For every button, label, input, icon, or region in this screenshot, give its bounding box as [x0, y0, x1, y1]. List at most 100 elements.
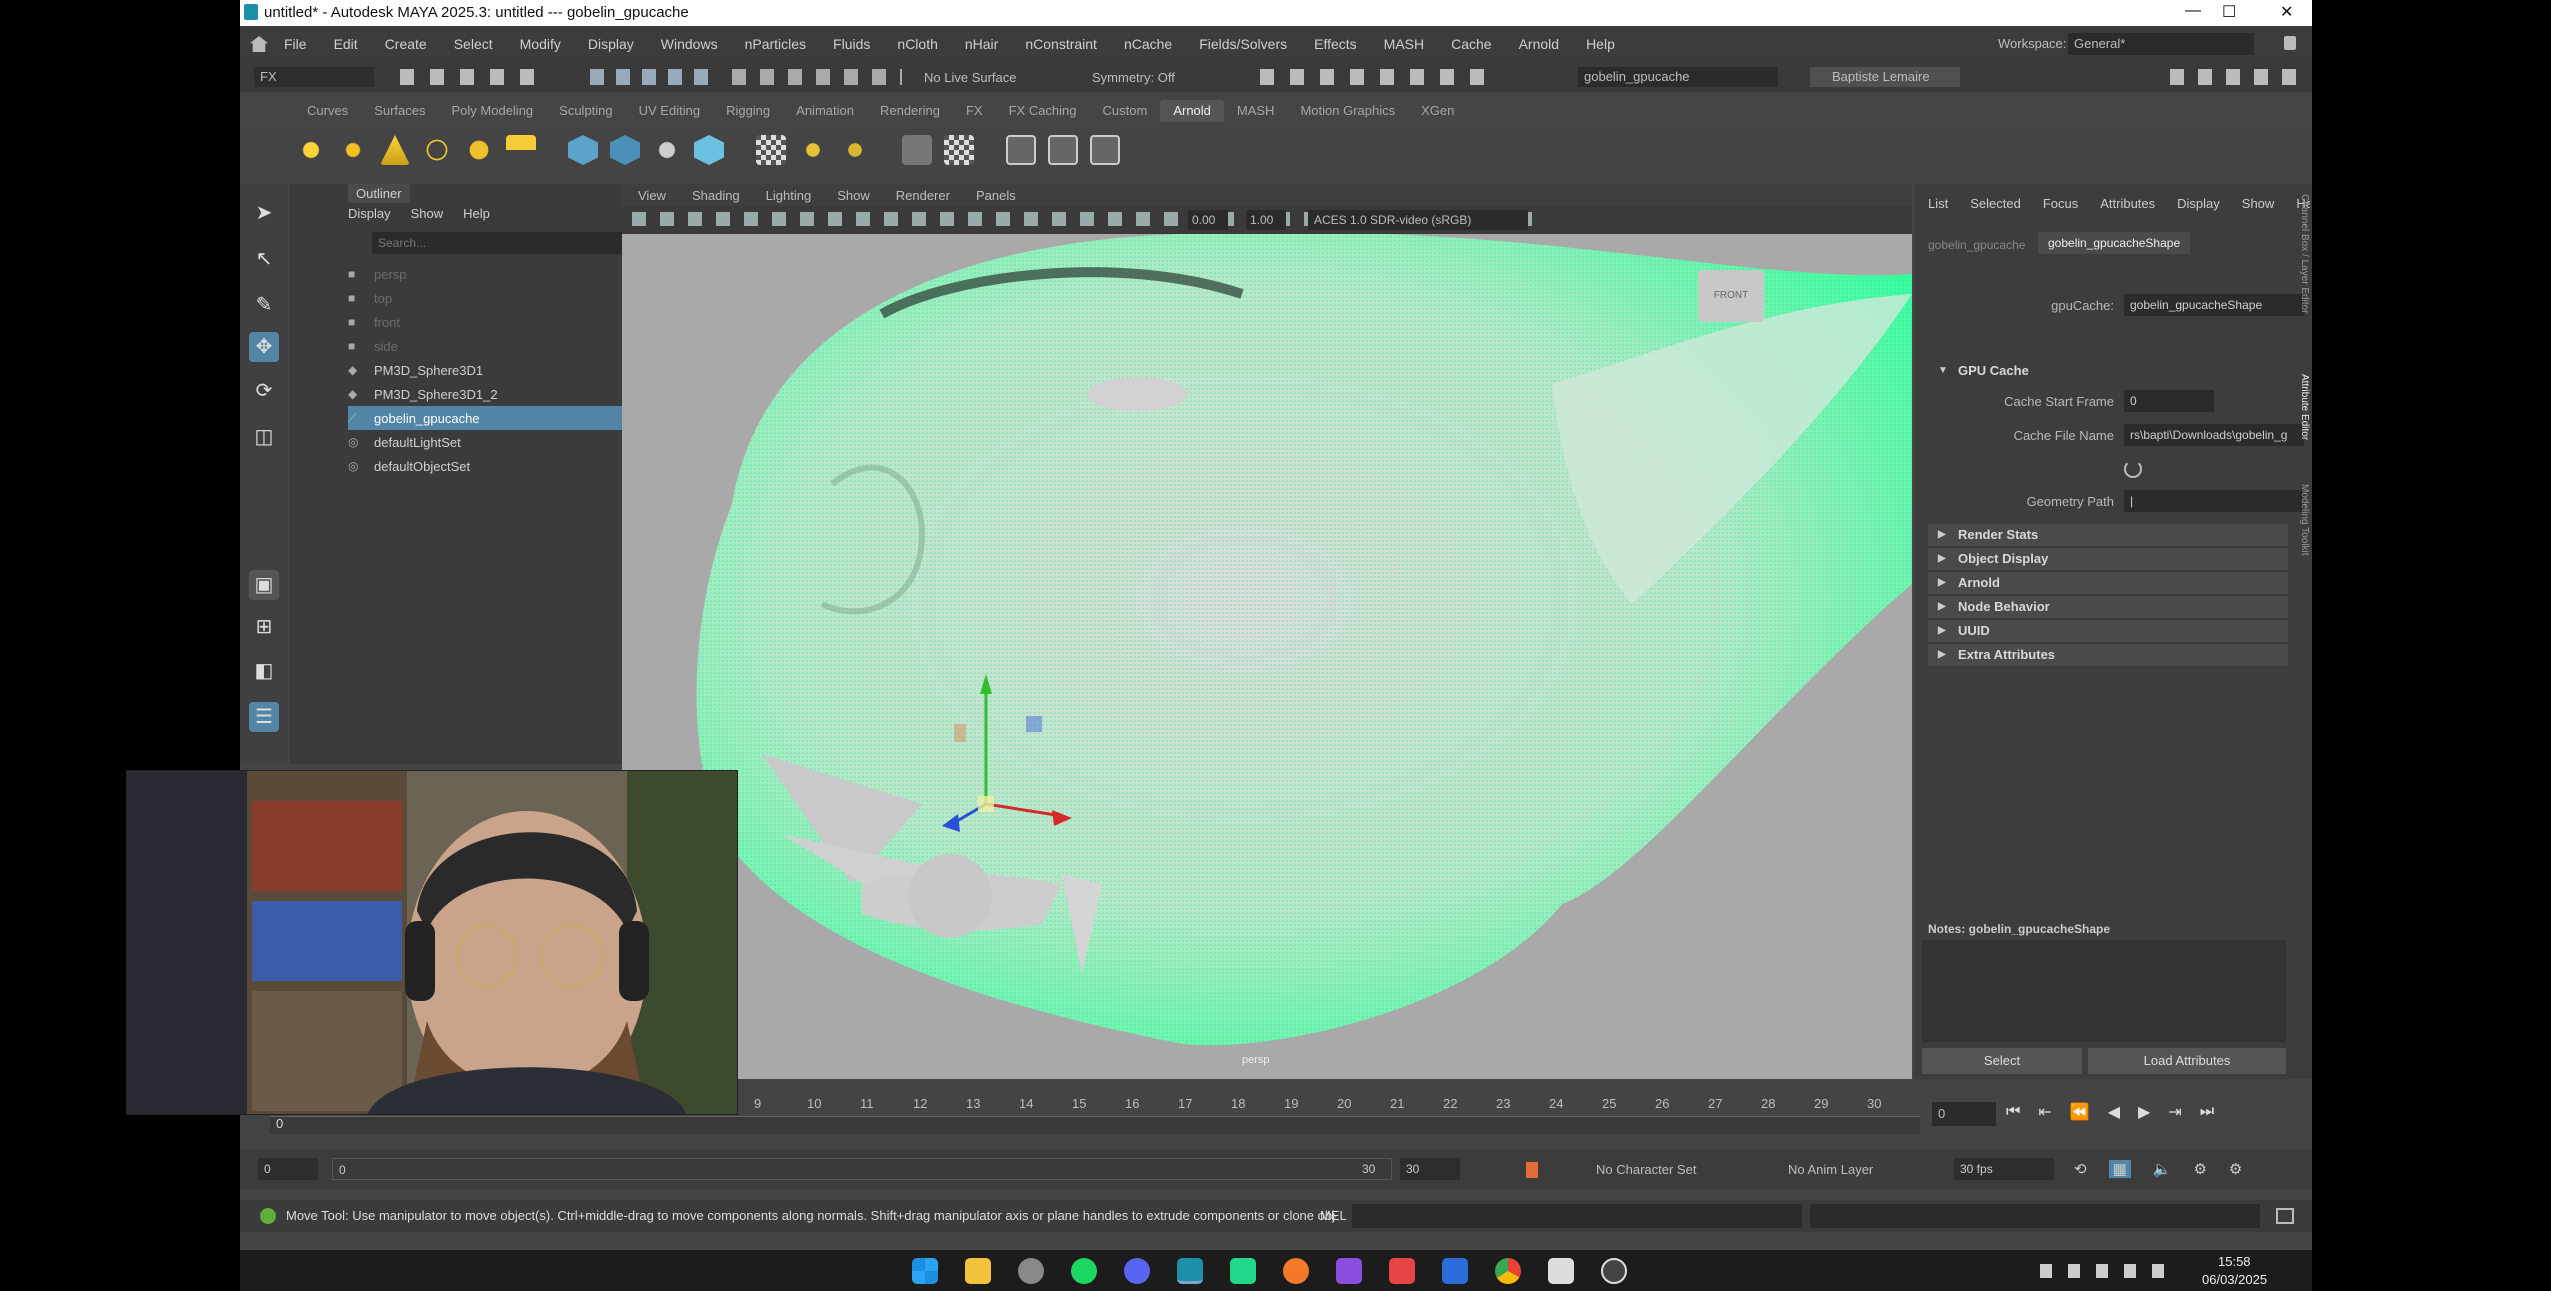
menu-file[interactable]: File [284, 36, 307, 52]
range-inner-end[interactable]: 30 [1356, 1158, 1392, 1180]
attr-menu-display[interactable]: Display [2177, 196, 2220, 211]
viewport-menu-panels[interactable]: Panels [976, 188, 1016, 203]
play-back-icon[interactable]: ◀ [2108, 1102, 2120, 1122]
discord-icon[interactable] [1124, 1258, 1150, 1284]
section-uuid[interactable]: ▶ UUID [1928, 620, 2288, 642]
aov-icon[interactable] [944, 135, 974, 165]
attr-menu-show[interactable]: Show [2242, 196, 2275, 211]
menu-nparticles[interactable]: nParticles [745, 36, 806, 52]
side-tab-channel-box[interactable]: Channel Box / Layer Editor [2292, 194, 2310, 344]
menu-modify[interactable]: Modify [520, 36, 561, 52]
layout-single-icon[interactable]: ▣ [249, 570, 279, 600]
shelf-tab-fx[interactable]: FX [953, 100, 996, 122]
shelf-tab-custom[interactable]: Custom [1090, 100, 1161, 122]
light-manager-icon[interactable] [902, 135, 932, 165]
scale-tool-icon[interactable]: ◫ [249, 422, 279, 452]
chrome-icon[interactable] [1495, 1258, 1521, 1284]
clock-time[interactable]: 15:58 [2218, 1254, 2251, 1269]
step-forward-key-icon[interactable]: ⇥ [2168, 1102, 2181, 1122]
menu-ncloth[interactable]: nCloth [897, 36, 937, 52]
ipr-icon[interactable] [798, 135, 828, 165]
reload-icon[interactable] [2124, 460, 2142, 478]
cache-playback-icon[interactable]: ▦ [2108, 1160, 2131, 1178]
loop-icon[interactable]: ⟲ [2074, 1160, 2087, 1178]
range-inner-start[interactable]: 0 [332, 1158, 1392, 1180]
outliner-item-top[interactable]: ■ top [348, 286, 392, 310]
playback-prefs-icon[interactable]: ⚙ [2229, 1160, 2242, 1178]
rotate-tool-icon[interactable]: ⟳ [249, 376, 279, 406]
maya-icon[interactable] [1177, 1258, 1203, 1284]
menu-windows[interactable]: Windows [661, 36, 718, 52]
outliner-item-sphere1-2[interactable]: ◆ PM3D_Sphere3D1_2 [348, 382, 498, 406]
menu-select[interactable]: Select [454, 36, 493, 52]
paint-select-icon[interactable]: ✎ [249, 290, 279, 320]
render-settings-icon[interactable] [1048, 135, 1078, 165]
side-tab-modeling-toolkit[interactable]: Modeling Toolkit [2292, 484, 2310, 594]
go-to-start-icon[interactable]: ⏮ [2006, 1103, 2020, 1121]
outliner-item-default-light-set[interactable]: ◎ defaultLightSet [348, 430, 461, 454]
pycharm-icon[interactable] [1230, 1258, 1256, 1284]
outliner-item-front[interactable]: ■ front [348, 310, 400, 334]
menu-fields-solvers[interactable]: Fields/Solvers [1199, 36, 1287, 52]
view-cube[interactable]: FRONT [1698, 270, 1764, 322]
start-icon[interactable] [912, 1258, 938, 1284]
user-account-button[interactable]: Baptiste Lemaire [1810, 67, 1960, 87]
range-start-field[interactable]: 0 [258, 1158, 318, 1180]
shelf-tab-sculpting[interactable]: Sculpting [546, 100, 625, 122]
outliner-item-default-object-set[interactable]: ◎ defaultObjectSet [348, 454, 470, 478]
shelf-tab-uv-editing[interactable]: UV Editing [626, 100, 713, 122]
current-frame-field[interactable]: 0 [1932, 1102, 1996, 1126]
color-space-select[interactable]: ACES 1.0 SDR-video (sRGB) [1308, 210, 1528, 230]
layout-four-icon[interactable]: ⊞ [249, 612, 279, 642]
outliner-item-side[interactable]: ■ side [348, 334, 398, 358]
mel-label[interactable]: MEL [1320, 1208, 1347, 1223]
shelf-tab-fx-caching[interactable]: FX Caching [996, 100, 1090, 122]
attr-menu-focus[interactable]: Focus [2043, 196, 2078, 211]
section-gpu-cache[interactable]: ▼ GPU Cache [1928, 360, 2288, 382]
spotify-icon[interactable] [1071, 1258, 1097, 1284]
play-forward-icon[interactable]: ▶ [2138, 1102, 2150, 1122]
flush-cache-icon[interactable] [840, 135, 870, 165]
step-back-frame-icon[interactable]: ⏪ [2070, 1102, 2090, 1122]
cache-start-field[interactable]: 0 [2124, 390, 2214, 412]
range-end-field[interactable]: 30 [1400, 1158, 1460, 1180]
outliner-item-persp[interactable]: ■ persp [348, 262, 407, 286]
file-icons[interactable] [400, 69, 550, 85]
menu-ncache[interactable]: nCache [1124, 36, 1172, 52]
physical-sky-icon[interactable] [506, 135, 536, 165]
menu-create[interactable]: Create [385, 36, 427, 52]
menu-help[interactable]: Help [1586, 36, 1615, 52]
maximize-button[interactable]: ☐ [2222, 2, 2236, 22]
menu-display[interactable]: Display [588, 36, 634, 52]
blender-icon[interactable] [1283, 1258, 1309, 1284]
file-explorer-icon[interactable] [965, 1258, 991, 1284]
shelf-tab-mash[interactable]: MASH [1224, 100, 1288, 122]
visibility-icon[interactable] [1006, 135, 1036, 165]
point-light-icon[interactable] [338, 135, 368, 165]
render-icons[interactable] [1260, 69, 1500, 85]
workspace-select[interactable]: General* [2068, 33, 2254, 55]
search-field[interactable]: gobelin_gpucache [1578, 67, 1778, 87]
lasso-tool-icon[interactable]: ↖ [249, 244, 279, 274]
timeline-track[interactable] [270, 1116, 1920, 1134]
outliner-item-gobelin-gpucache[interactable]: ⟋ gobelin_gpucache [348, 406, 654, 430]
anim-prefs-icon[interactable]: ⚙ [2193, 1160, 2206, 1178]
render-view-icon[interactable] [756, 135, 786, 165]
volume-icon[interactable] [652, 135, 682, 165]
go-to-end-icon[interactable]: ⏭ [2200, 1103, 2214, 1121]
export-standin-icon[interactable] [610, 135, 640, 165]
viewport-3d[interactable]: FRONT persp [622, 184, 1912, 1079]
shelf-tab-arnold[interactable]: Arnold [1160, 100, 1224, 122]
section-object-display[interactable]: ▶ Object Display [1928, 548, 2288, 570]
sky-dome-light-icon[interactable] [422, 135, 452, 165]
acrobat-icon[interactable] [1389, 1258, 1415, 1284]
outliner-menu-display[interactable]: Display [348, 206, 391, 221]
select-tool-icon[interactable]: ➤ [249, 198, 279, 228]
viewport-menu-view[interactable]: View [638, 188, 666, 203]
side-tab-attribute-editor[interactable]: Attribute Editor [2292, 374, 2310, 470]
section-extra-attributes[interactable]: ▶ Extra Attributes [1928, 644, 2288, 666]
shelf-tab-curves[interactable]: Curves [294, 100, 361, 122]
section-node-behavior[interactable]: ▶ Node Behavior [1928, 596, 2288, 618]
menu-nhair[interactable]: nHair [965, 36, 998, 52]
menu-effects[interactable]: Effects [1314, 36, 1357, 52]
